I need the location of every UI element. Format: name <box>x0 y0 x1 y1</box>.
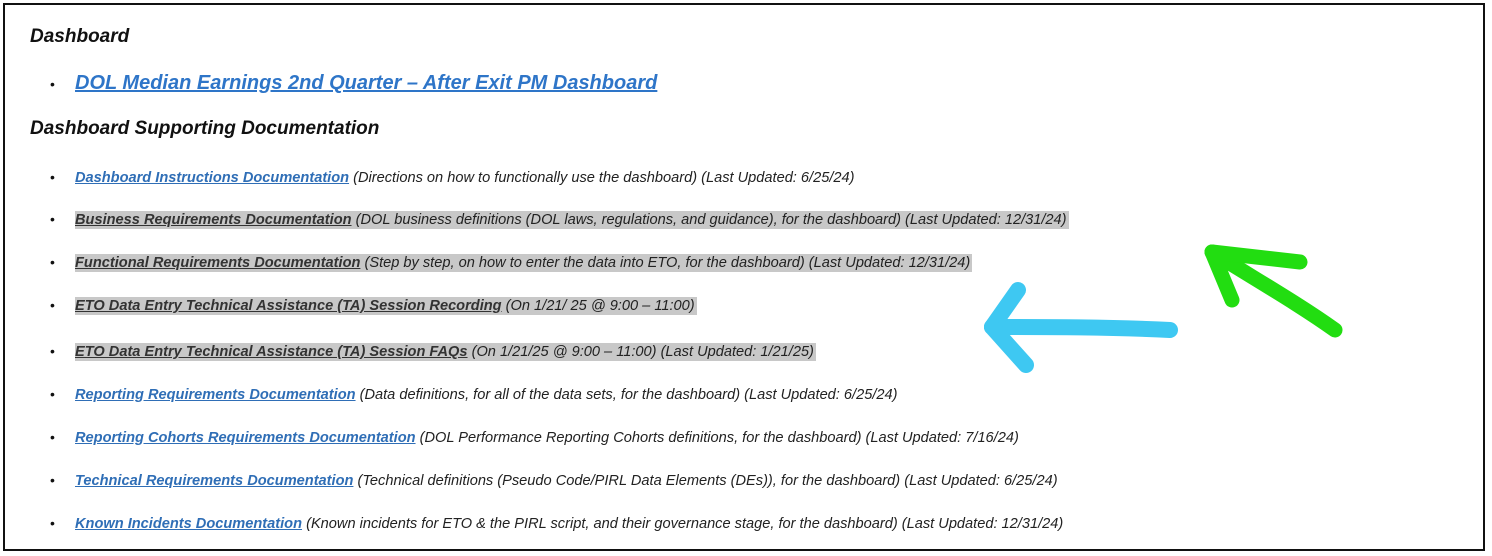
blue-arrow-icon <box>984 282 1178 373</box>
annotation-layer <box>984 244 1343 373</box>
green-arrow-icon <box>1204 244 1343 338</box>
